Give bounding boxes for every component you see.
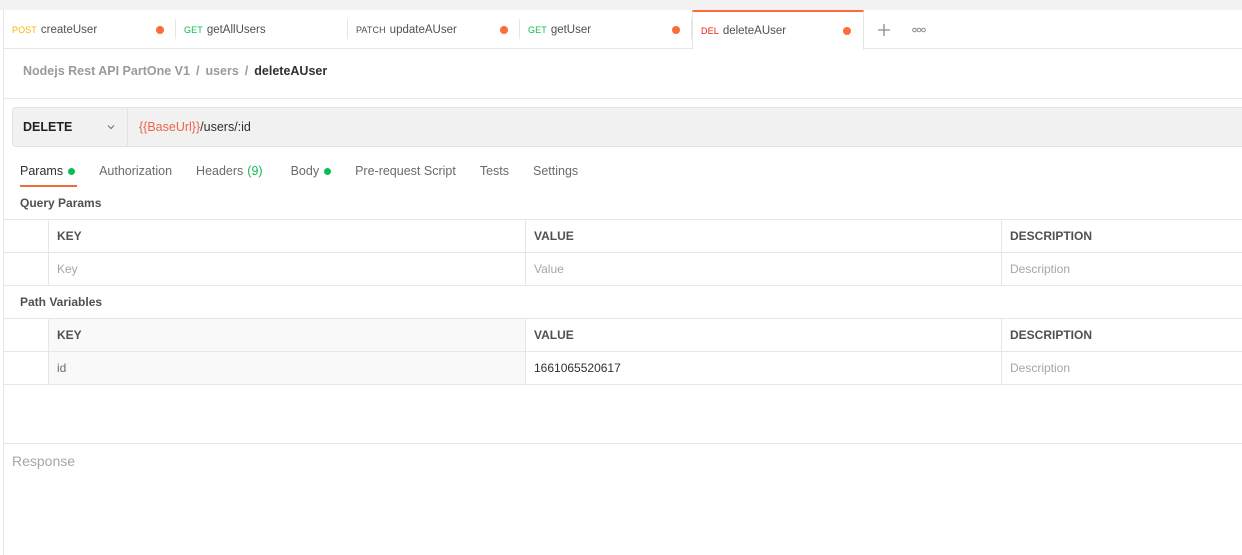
tab-getAllUsers[interactable]: GET getAllUsers: [176, 10, 348, 49]
chevron-down-icon: [107, 125, 115, 130]
tab-settings[interactable]: Settings: [533, 160, 578, 186]
unsaved-dot-icon: [672, 25, 680, 34]
key-input[interactable]: Key: [49, 253, 526, 285]
query-params-title: Query Params: [20, 196, 102, 210]
table-header-row: KEY VALUE DESCRIPTION: [4, 319, 1242, 352]
plus-icon: [878, 23, 890, 36]
tab-name-label: deleteAUser: [722, 25, 787, 37]
tab-method-label: GET: [184, 24, 203, 35]
tab-method-label: GET: [528, 24, 547, 35]
active-indicator-dot-icon: [324, 168, 332, 175]
path-variable-value-input[interactable]: 1661065520617: [526, 352, 1002, 384]
unsaved-dot-icon: [500, 25, 508, 34]
url-variable: {{BaseUrl}}: [139, 120, 201, 134]
divider: [4, 98, 1242, 99]
url-bar: DELETE {{BaseUrl}}/users/:id: [12, 107, 1242, 147]
method-label: DELETE: [23, 120, 73, 134]
tab-params[interactable]: Params: [20, 160, 78, 187]
tab-tests-label: Tests: [479, 164, 509, 178]
tab-headers-label: Headers: [196, 164, 244, 178]
tab-params-label: Params: [20, 164, 64, 178]
query-params-table: KEY VALUE DESCRIPTION Key Value Descript…: [4, 219, 1242, 286]
tab-authorization[interactable]: Authorization: [99, 160, 172, 186]
path-variable-key: id: [49, 352, 526, 384]
column-header-description: DESCRIPTION: [1010, 229, 1093, 243]
request-tab-bar: POST createUser GET getAllUsers PATCH up…: [4, 10, 1242, 50]
breadcrumb-request[interactable]: deleteAUser: [254, 64, 327, 78]
tab-actions: [864, 10, 934, 49]
active-indicator-dot-icon: [68, 168, 76, 175]
table-row: Key Value Description: [4, 253, 1242, 286]
unsaved-dot-icon: [156, 25, 164, 34]
column-header-value: VALUE: [526, 220, 1002, 252]
new-tab-button[interactable]: [864, 10, 904, 49]
breadcrumb-separator: /: [244, 64, 249, 78]
column-header-value: VALUE: [526, 319, 1002, 351]
column-header-description: DESCRIPTION: [1010, 328, 1093, 342]
table-header-row: KEY VALUE DESCRIPTION: [4, 220, 1242, 253]
description-input[interactable]: Description: [1002, 253, 1242, 285]
tab-method-label: DEL: [701, 26, 719, 36]
tab-body[interactable]: Body: [291, 160, 332, 186]
tab-deleteAUser[interactable]: DEL deleteAUser: [692, 10, 864, 50]
tab-name-label: getAllUsers: [206, 23, 266, 36]
ellipsis-icon: [912, 27, 926, 32]
tab-createUser[interactable]: POST createUser: [4, 10, 176, 49]
tab-getUser[interactable]: GET getUser: [520, 10, 692, 49]
column-header-key: KEY: [49, 319, 526, 351]
tab-authorization-label: Authorization: [99, 164, 173, 178]
breadcrumb-folder[interactable]: users: [205, 64, 238, 78]
tab-method-label: POST: [12, 24, 37, 35]
path-variable-description-input[interactable]: Description: [1002, 352, 1242, 384]
response-label: Response: [12, 453, 76, 469]
headers-count: (9): [247, 164, 263, 178]
tab-name-label: createUser: [40, 23, 98, 36]
url-input[interactable]: {{BaseUrl}}/users/:id: [128, 108, 1242, 146]
value-input[interactable]: Value: [526, 253, 1002, 285]
tab-name-label: updateAUser: [389, 23, 457, 36]
url-path: /users/:id: [200, 120, 251, 134]
path-variables-table: KEY VALUE DESCRIPTION id 1661065520617 D…: [4, 318, 1242, 385]
unsaved-dot-icon: [843, 27, 851, 35]
table-row: id 1661065520617 Description: [4, 352, 1242, 385]
breadcrumb: Nodejs Rest API PartOne V1 / users / del…: [23, 64, 327, 78]
breadcrumb-separator: /: [195, 64, 200, 78]
request-config-tabs: Params Authorization Headers (9) Body Pr…: [20, 160, 602, 188]
top-strip: [0, 0, 1242, 10]
breadcrumb-collection[interactable]: Nodejs Rest API PartOne V1: [23, 64, 190, 78]
tab-updateAUser[interactable]: PATCH updateAUser: [348, 10, 520, 49]
tab-settings-label: Settings: [533, 164, 579, 178]
tab-body-label: Body: [290, 164, 320, 178]
postman-app: POST createUser GET getAllUsers PATCH up…: [0, 0, 1242, 555]
tab-prerequest-script[interactable]: Pre-request Script: [355, 160, 456, 186]
method-dropdown[interactable]: DELETE: [13, 108, 128, 146]
tab-name-label: getUser: [550, 23, 592, 36]
path-variables-title: Path Variables: [20, 295, 103, 309]
tab-headers[interactable]: Headers (9): [196, 160, 263, 186]
tab-prerequest-label: Pre-request Script: [355, 164, 456, 178]
tab-method-label: PATCH: [356, 24, 386, 35]
tab-tests[interactable]: Tests: [480, 160, 509, 186]
column-header-key: KEY: [49, 220, 526, 252]
response-divider[interactable]: [4, 443, 1242, 444]
more-tabs-button[interactable]: [904, 10, 934, 49]
